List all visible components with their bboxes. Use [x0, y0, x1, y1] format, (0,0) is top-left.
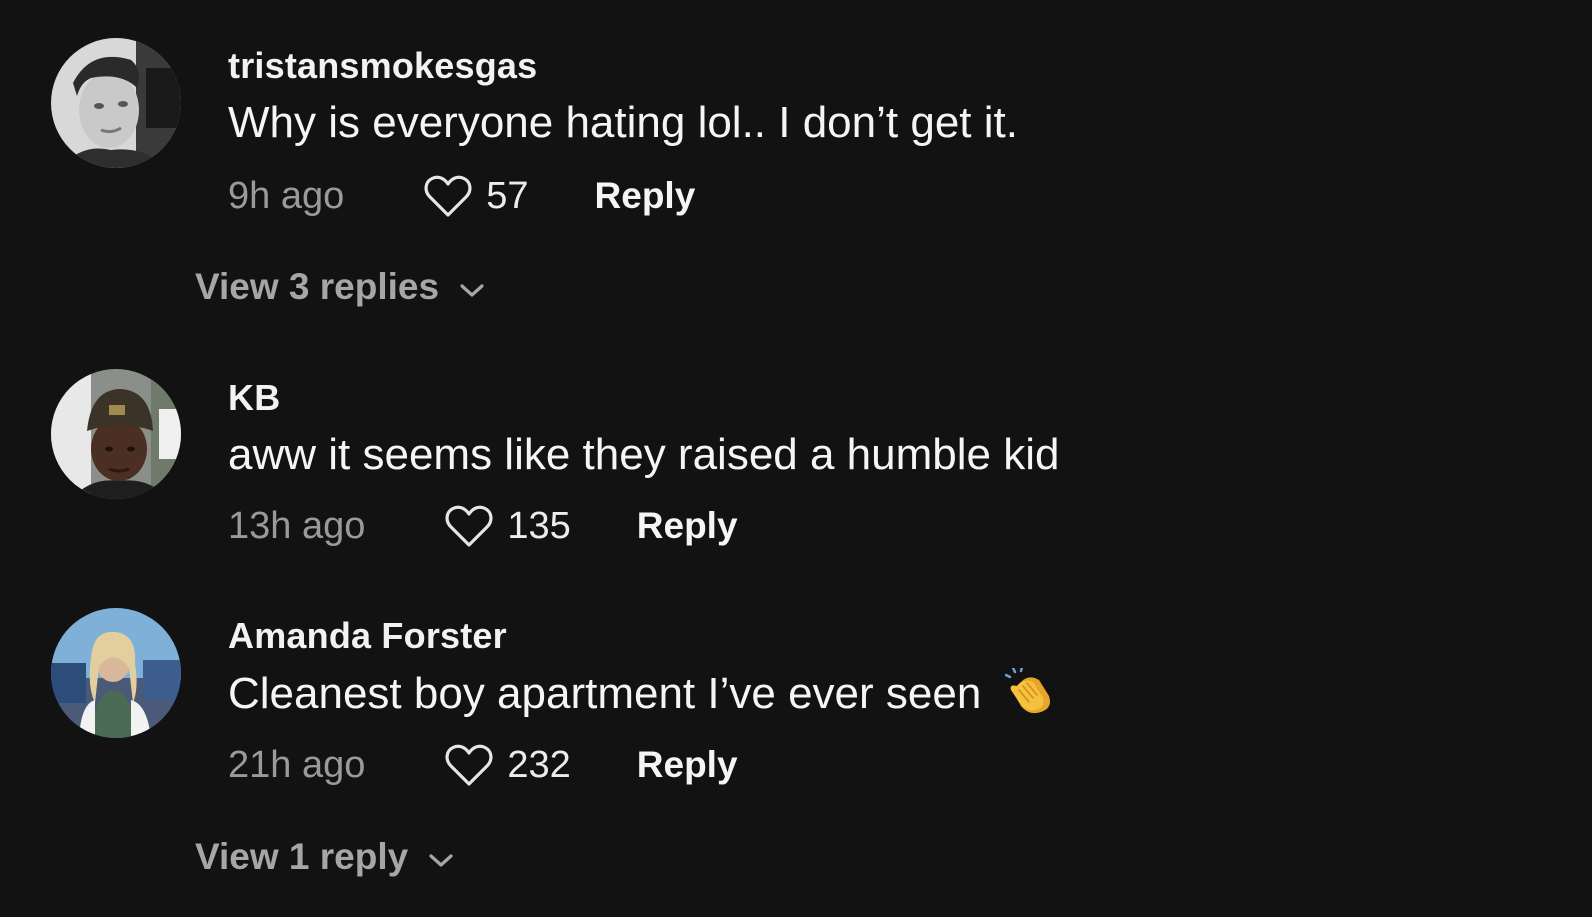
like-button[interactable]: 57 [424, 174, 529, 218]
like-count: 135 [507, 504, 571, 547]
like-count: 232 [507, 743, 571, 786]
clapping-hands-icon [1005, 665, 1053, 725]
avatar[interactable] [51, 38, 181, 168]
view-replies-label: View 1 reply [195, 836, 409, 877]
comment-actions: 13h ago 135 Reply [228, 498, 738, 554]
like-count: 57 [486, 174, 529, 217]
comment-actions: 21h ago 232 Reply [228, 737, 738, 793]
chevron-down-icon [439, 266, 485, 308]
view-replies-button[interactable]: View 1 reply [195, 836, 454, 878]
comment-time: 21h ago [228, 743, 366, 786]
comment-text: aww it seems like they raised a humble k… [228, 430, 1060, 479]
comment-username[interactable]: Amanda Forster [228, 615, 507, 657]
avatar-image [51, 38, 181, 168]
like-button[interactable]: 232 [445, 743, 571, 787]
chevron-down-icon [408, 836, 454, 878]
comment-actions: 9h ago 57 Reply [228, 168, 695, 224]
view-replies-label: View 3 replies [195, 266, 440, 307]
reply-button[interactable]: Reply [595, 175, 696, 217]
comment-time: 9h ago [228, 174, 345, 217]
comment-text: Cleanest boy apartment I’ve ever seen [228, 665, 1053, 725]
reply-button[interactable]: Reply [637, 505, 738, 547]
avatar-image [51, 369, 181, 499]
like-button[interactable]: 135 [445, 504, 571, 548]
avatar[interactable] [51, 608, 181, 738]
heart-outline-icon [445, 504, 493, 548]
view-replies-button[interactable]: View 3 replies [195, 266, 485, 308]
comment-username[interactable]: KB [228, 377, 280, 419]
comment-text-body: Cleanest boy apartment I’ve ever seen [228, 669, 982, 718]
heart-outline-icon [445, 743, 493, 787]
avatar[interactable] [51, 369, 181, 499]
comment-time: 13h ago [228, 504, 366, 547]
comment-username[interactable]: tristansmokesgas [228, 45, 537, 87]
reply-button[interactable]: Reply [637, 744, 738, 786]
avatar-image [51, 608, 181, 738]
comment-text: Why is everyone hating lol.. I don’t get… [228, 98, 1018, 147]
heart-outline-icon [424, 174, 472, 218]
